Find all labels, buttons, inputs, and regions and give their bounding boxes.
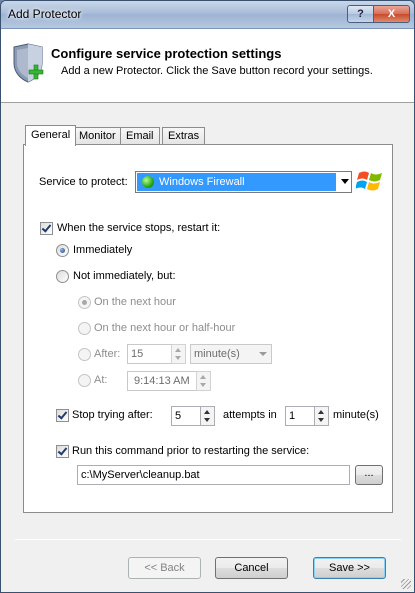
restart-checkbox-label[interactable]: When the service stops, restart it: (57, 222, 220, 234)
attempts-in-minutes-input[interactable]: 1 (285, 406, 315, 426)
separator (34, 208, 382, 209)
restart-checkbox[interactable] (40, 222, 53, 235)
service-running-icon (142, 176, 154, 188)
cancel-button[interactable]: Cancel (215, 557, 288, 579)
service-name: Windows Firewall (159, 176, 245, 188)
help-icon: ? (357, 8, 364, 20)
chevron-down-icon (259, 352, 267, 356)
browse-button[interactable]: ... (355, 465, 383, 485)
service-select[interactable]: Windows Firewall (135, 171, 352, 193)
minutes-label: minute(s) (333, 409, 379, 421)
spin-down-icon[interactable] (318, 418, 324, 422)
spin-down-icon[interactable] (200, 383, 206, 387)
back-button[interactable]: << Back (128, 557, 201, 579)
save-button[interactable]: Save >> (313, 557, 386, 579)
run-command-checkbox[interactable] (56, 445, 69, 458)
tab-extras[interactable]: Extras (162, 127, 206, 145)
shield-add-icon (13, 43, 44, 83)
header-subtitle: Add a new Protector. Click the Save butt… (61, 65, 373, 77)
stop-trying-attempts-input[interactable]: 5 (171, 406, 201, 426)
resize-grip[interactable] (401, 579, 411, 589)
immediately-label[interactable]: Immediately (73, 244, 132, 256)
spin-up-icon[interactable] (204, 410, 210, 414)
not-immediately-radio[interactable] (56, 270, 69, 283)
spin-down-icon[interactable] (175, 356, 181, 360)
tab-email[interactable]: Email (120, 127, 160, 145)
attempts-in-label: attempts in (223, 409, 277, 421)
after-unit-value: minute(s) (194, 348, 240, 360)
chevron-down-icon[interactable] (341, 179, 349, 184)
after-minutes-spinner[interactable] (171, 344, 186, 364)
at-label[interactable]: At: (94, 374, 107, 386)
header-title: Configure service protection settings (51, 46, 282, 61)
close-button[interactable]: X (373, 5, 410, 23)
help-button[interactable]: ? (347, 5, 374, 23)
command-input[interactable]: c:\MyServer\cleanup.bat (77, 465, 350, 485)
not-immediately-label[interactable]: Not immediately, but: (73, 270, 176, 282)
title-bar[interactable]: Add Protector ? X (1, 1, 414, 29)
spin-up-icon[interactable] (200, 375, 206, 379)
tab-general[interactable]: General (25, 125, 77, 146)
check-icon (41, 222, 52, 233)
close-icon: X (387, 8, 396, 20)
tab-monitor[interactable]: Monitor (73, 127, 122, 145)
check-icon (57, 409, 68, 420)
windows-logo-icon (356, 171, 382, 191)
immediately-radio[interactable] (56, 244, 69, 257)
check-icon (57, 445, 68, 456)
general-tab-panel: Service to protect: Windows Firewall Whe… (23, 144, 393, 513)
at-radio[interactable] (78, 374, 91, 387)
spin-down-icon[interactable] (204, 418, 210, 422)
stop-trying-checkbox[interactable] (56, 409, 69, 422)
after-label[interactable]: After: (94, 348, 120, 360)
attempts-in-minutes-spinner[interactable] (314, 406, 329, 426)
after-minutes-input[interactable]: 15 (127, 344, 172, 364)
add-protector-window: Add Protector ? X Configure service prot… (0, 0, 415, 593)
at-time-input[interactable]: 9:14:13 AM (127, 371, 197, 391)
next-half-hour-label[interactable]: On the next hour or half-hour (94, 322, 235, 334)
spin-up-icon[interactable] (318, 410, 324, 414)
after-radio[interactable] (78, 348, 91, 361)
after-unit-select[interactable]: minute(s) (190, 344, 272, 364)
stop-trying-label[interactable]: Stop trying after: (72, 409, 153, 421)
stop-trying-attempts-spinner[interactable] (200, 406, 215, 426)
header-banner: Configure service protection settings Ad… (1, 29, 414, 103)
run-command-label[interactable]: Run this command prior to restarting the… (72, 445, 309, 457)
at-time-spinner[interactable] (196, 371, 211, 391)
next-hour-label[interactable]: On the next hour (94, 296, 176, 308)
spin-up-icon[interactable] (175, 348, 181, 352)
service-select-value: Windows Firewall (137, 173, 336, 191)
window-title: Add Protector (8, 7, 82, 21)
next-half-hour-radio[interactable] (78, 322, 91, 335)
footer-separator (15, 539, 401, 540)
next-hour-radio[interactable] (78, 296, 91, 309)
service-label: Service to protect: (39, 176, 128, 188)
